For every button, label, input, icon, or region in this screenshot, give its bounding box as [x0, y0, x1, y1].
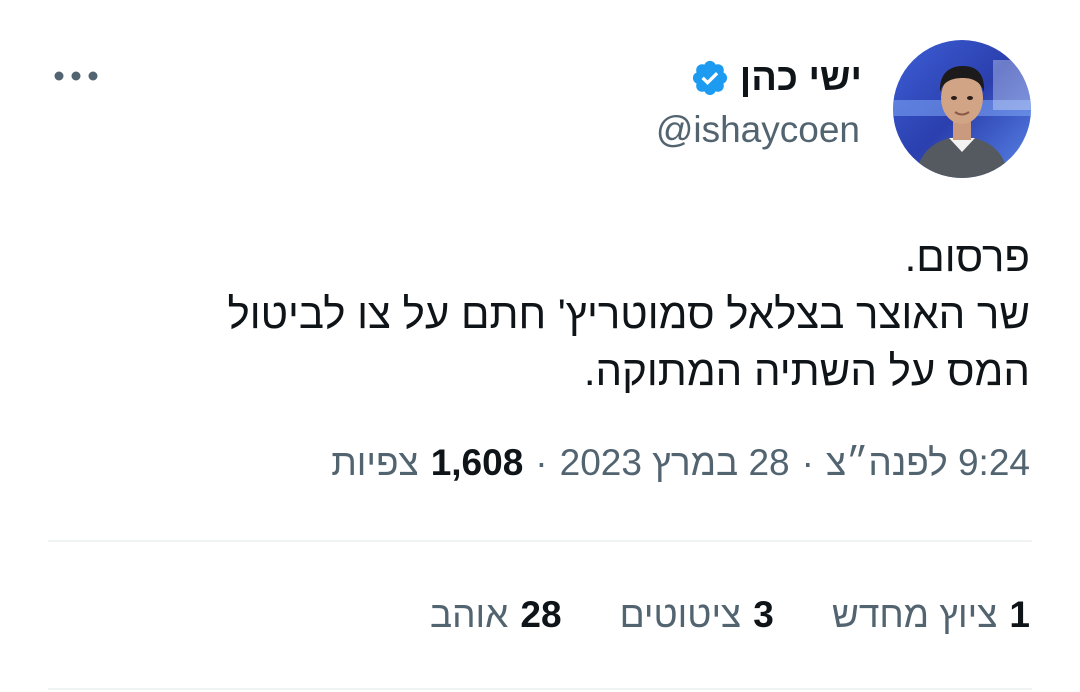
likes-label: אוהב — [429, 594, 509, 635]
author-name-row[interactable]: ישי כהן — [690, 52, 862, 104]
verified-badge-icon — [692, 60, 727, 96]
retweets-stat[interactable]: 1 ציוץ מחדש — [832, 594, 1030, 636]
engagement-stats: 1 ציוץ מחדש 3 ציטוטים 28 אוהב — [430, 594, 1030, 636]
tweet-text: פרסום. שר האוצר בצלאל סמוטריץ' חתם על צו… — [90, 228, 1030, 399]
tweet-text-line: שר האוצר בצלאל סמוטריץ' חתם על צו לביטול — [227, 290, 1030, 337]
avatar[interactable] — [893, 40, 1031, 178]
tweet-date[interactable]: 28 במרץ 2023 — [560, 442, 790, 484]
more-options-button[interactable] — [50, 58, 102, 94]
likes-count: 28 — [520, 594, 562, 635]
tweet-text-line: פרסום. — [904, 233, 1030, 280]
tweet-meta: 9:24 לפנה״צ · 28 במרץ 2023 · 1,608 צפיות — [331, 442, 1030, 484]
quotes-count: 3 — [753, 594, 774, 635]
views-label[interactable]: צפיות — [331, 442, 419, 484]
author-handle[interactable]: @ishaycoen — [656, 109, 860, 151]
avatar-photo — [893, 40, 1031, 178]
retweets-label: ציוץ מחדש — [831, 594, 998, 635]
likes-stat[interactable]: 28 אוהב — [430, 594, 562, 636]
meta-separator: · — [535, 442, 548, 483]
tweet-time[interactable]: 9:24 לפנה״צ — [826, 442, 1030, 484]
retweets-count: 1 — [1009, 594, 1030, 635]
views-count[interactable]: 1,608 — [431, 442, 524, 484]
author-display-name[interactable]: ישי כהן — [740, 59, 862, 97]
quotes-label: ציטוטים — [619, 594, 742, 635]
quotes-stat[interactable]: 3 ציטוטים — [620, 594, 774, 636]
more-options-icon — [54, 71, 98, 81]
meta-separator: · — [801, 442, 814, 483]
tweet-detail: ישי כהן @ishaycoen פרסום. שר האוצר בצלאל… — [0, 0, 1080, 692]
divider — [48, 688, 1032, 690]
divider — [48, 540, 1032, 542]
tweet-text-line: המס על השתיה המתוקה. — [583, 347, 1030, 394]
